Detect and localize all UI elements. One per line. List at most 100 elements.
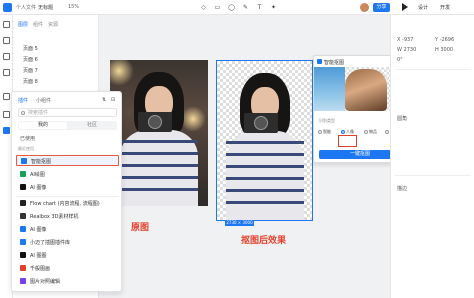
camera (244, 113, 278, 133)
tab-widgets[interactable]: 小组件 (36, 97, 51, 104)
move-icon[interactable]: ◇ (200, 4, 207, 11)
menu-icon[interactable] (3, 3, 12, 12)
preview-sky (314, 67, 345, 111)
ai-draw-icon (20, 171, 26, 177)
play-icon[interactable] (402, 3, 408, 11)
stripe (120, 188, 198, 191)
w-field[interactable]: W 2730 (397, 47, 416, 53)
sort-icon[interactable]: ⇅ (102, 97, 106, 103)
radio-icon (318, 130, 322, 134)
breadcrumb-space[interactable]: 个人文件 (16, 4, 36, 11)
plugin-item[interactable]: AI 图图 (16, 250, 119, 261)
cutout-icon (317, 59, 322, 64)
plugin-label: 智能抠图 (31, 159, 52, 165)
stripe (120, 152, 198, 155)
plugin-label: AI绘图 (30, 172, 45, 178)
plugin-item-smart-cutout[interactable]: 智能抠图 (16, 155, 119, 166)
radio-icon (341, 130, 345, 134)
section-title[interactable]: 已使用 (20, 135, 35, 142)
divider (395, 69, 471, 70)
plugin-label: 图片对照编辑 (30, 279, 61, 285)
camera (138, 112, 172, 132)
plugin-icon[interactable]: ✦ (270, 4, 277, 11)
plugin-item[interactable]: 小迈了插图插件库 (16, 237, 119, 248)
h-field[interactable]: H 3000 (435, 47, 453, 53)
frame-tool-icon[interactable] (3, 37, 10, 44)
share-button[interactable]: 分享 (373, 3, 390, 12)
collapse-icon[interactable]: ⊡ (111, 97, 115, 103)
recent-label: 最近使用 (18, 146, 34, 151)
comment-tool-icon[interactable] (3, 111, 10, 118)
stripe (226, 189, 304, 192)
plugin-item[interactable]: Realbox 3D素材样机 (16, 211, 119, 222)
caption-original: 原图 (131, 223, 150, 233)
radio-icon (385, 130, 389, 134)
breadcrumb-file[interactable]: 无标题 (38, 4, 53, 11)
page-item[interactable]: 页面 6 (23, 56, 38, 63)
cutout-icon (21, 158, 27, 164)
frame-icon[interactable]: ▭ (214, 4, 221, 11)
plugin-item[interactable]: 图片对照编辑 (16, 276, 119, 287)
avatar[interactable] (360, 3, 369, 12)
option-object[interactable]: 物品 (364, 128, 377, 136)
y-field[interactable]: Y -2696 (435, 37, 454, 43)
text-icon[interactable]: T (256, 4, 263, 11)
plugin-item[interactable]: AI 图像 (16, 224, 119, 235)
shape-icon[interactable]: ◯ (228, 4, 235, 11)
radio-icon (364, 130, 368, 134)
segment-mine[interactable]: 我的 (19, 122, 67, 129)
plugin-tool-icon[interactable] (3, 127, 10, 134)
corner-label: 圆角 (397, 116, 408, 122)
original-photo[interactable] (110, 60, 208, 206)
stripe (226, 165, 304, 168)
ai-image-icon (20, 252, 26, 258)
plugin-panel: 插件 小组件 ⇅ ⊡ 搜索插件 我的 社区 已使用 最近使用 智能抠图 AI绘图… (11, 91, 122, 292)
compare-icon (20, 278, 26, 284)
plugin-item[interactable]: 千般图画 (16, 263, 119, 274)
tab-components[interactable]: 组件 (33, 21, 43, 28)
dev-tab[interactable]: 开发 (440, 4, 450, 11)
stripe (226, 153, 304, 156)
pen-tool-icon[interactable] (3, 93, 10, 100)
plugin-item[interactable]: Flow chart (内容流程, 流程图) (16, 198, 119, 209)
divider (16, 196, 119, 197)
tab-layers[interactable]: 图层 (18, 21, 28, 28)
zoom-level[interactable]: 15% (68, 4, 79, 10)
stripe (120, 164, 198, 167)
plugin-search-input[interactable]: 搜索插件 (18, 108, 117, 117)
angle-field[interactable]: 0° (397, 57, 403, 63)
background-light (110, 60, 134, 86)
page-item[interactable]: 页面 5 (23, 45, 38, 52)
plugin-item[interactable]: AI 图像 (16, 182, 119, 193)
illustration-icon (20, 239, 26, 245)
option-label: 物品 (369, 129, 377, 134)
plugin-label: Flow chart (内容流程, 流程图) (30, 201, 100, 207)
text-tool-icon[interactable] (3, 69, 10, 76)
cutout-button[interactable]: 一键抠图 (319, 150, 401, 159)
plugin-label: AI 图像 (30, 185, 47, 191)
plugin-item[interactable]: AI绘图 (16, 169, 119, 180)
properties-panel: X -937 Y -2696 W 2730 H 3000 0° 圆角 描边 (390, 15, 474, 298)
search-icon (21, 111, 25, 115)
design-tab[interactable]: 设计 (418, 4, 428, 11)
tab-plugins[interactable]: 插件 (18, 97, 28, 104)
page-item[interactable]: 页面 7 (23, 67, 38, 74)
stripe (226, 141, 304, 144)
plugin-label: 小迈了插图插件库 (30, 240, 71, 246)
page-item[interactable]: 页面 8 (23, 78, 38, 85)
select-tool-icon[interactable] (3, 21, 10, 28)
cutout-photo[interactable] (216, 60, 313, 221)
search-placeholder: 搜索插件 (28, 110, 49, 116)
flowchart-icon (20, 200, 26, 206)
pen-icon[interactable]: ✎ (242, 4, 249, 11)
x-field[interactable]: X -937 (397, 37, 413, 43)
dialog-title: 智能抠图 (324, 60, 345, 66)
preview-subject (345, 69, 387, 111)
option-smart[interactable]: 智能 (318, 128, 331, 136)
shape-tool-icon[interactable] (3, 53, 10, 60)
tab-assets[interactable]: 资源 (48, 21, 58, 28)
stripe (120, 176, 198, 179)
stripe (226, 201, 304, 204)
segment-community[interactable]: 社区 (68, 122, 116, 129)
caption-result: 抠图后效果 (241, 236, 287, 246)
